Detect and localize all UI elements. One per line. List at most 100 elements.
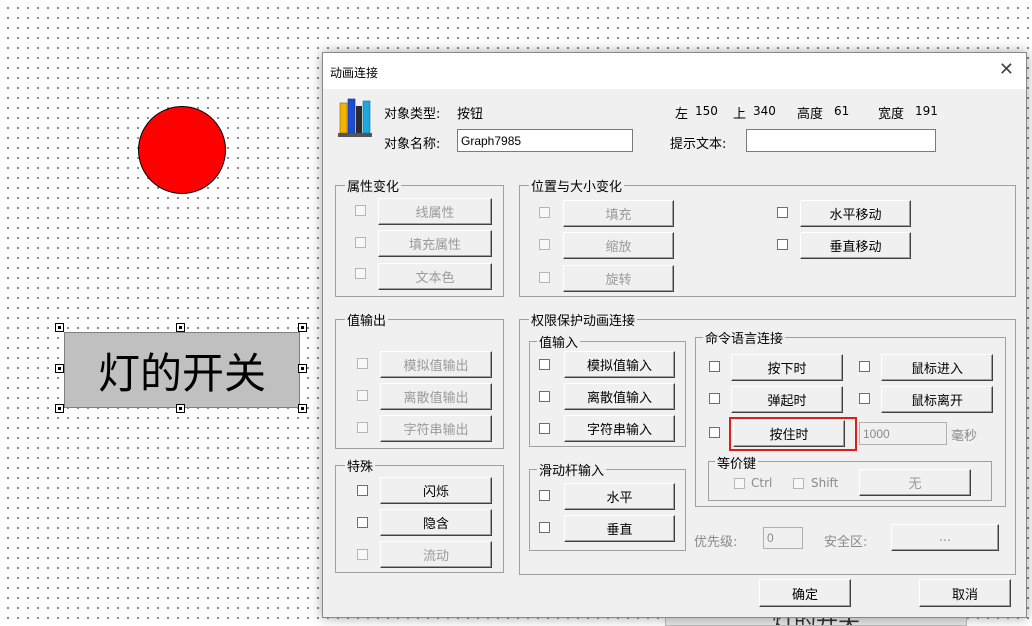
shift-checkbox[interactable] [793,478,804,489]
text-color-label: 文本色 [415,271,455,286]
security-zone-button-label: ... [938,530,952,545]
top-label: 上 [733,107,747,122]
press-checkbox[interactable] [709,361,720,372]
discrete-output-button[interactable]: 离散值输出 [380,383,492,410]
priority-input[interactable] [763,527,803,549]
rotate-button[interactable]: 旋转 [563,265,674,292]
resize-handle-nw[interactable] [55,323,64,332]
flow-button[interactable]: 流动 [380,541,492,568]
hotkey-button[interactable]: 无 [859,469,971,496]
analog-input-label: 模拟值输入 [586,359,652,374]
string-output-checkbox[interactable] [357,422,368,433]
slider-input-title: 滑动杆输入 [537,460,607,479]
h-move-button[interactable]: 水平移动 [800,200,911,227]
shift-label: Shift [811,476,839,490]
close-icon[interactable]: ✕ [999,59,1014,80]
text-color-button[interactable]: 文本色 [378,263,492,290]
animation-link-dialog: 动画连接 ✕ 对象类型: 按钮 左 150 上 340 高度 61 宽度 191… [322,52,1027,618]
flash-checkbox[interactable] [357,485,368,496]
release-checkbox[interactable] [709,393,720,404]
string-output-button[interactable]: 字符串输出 [380,415,492,442]
fill-attr-checkbox[interactable] [355,237,366,248]
slider-h-checkbox[interactable] [539,490,550,501]
dialog-titlebar[interactable]: 动画连接 ✕ [323,53,1026,89]
resize-handle-sw[interactable] [55,404,64,413]
line-attr-checkbox[interactable] [355,205,366,216]
fill-button[interactable]: 填充 [563,200,674,227]
resize-handle-s[interactable] [176,404,185,413]
hold-checkbox[interactable] [709,427,720,438]
mouse-leave-checkbox[interactable] [859,393,870,404]
hotkey-title: 等价键 [715,453,759,472]
text-color-checkbox[interactable] [355,268,366,279]
books-icon [338,98,372,137]
scale-button[interactable]: 缩放 [563,232,674,259]
dialog-title: 动画连接 [330,66,379,80]
mouse-enter-checkbox[interactable] [859,361,870,372]
ms-label: 毫秒 [951,429,978,444]
on-release-button[interactable]: 弹起时 [731,386,843,413]
analog-input-button[interactable]: 模拟值输入 [564,351,675,378]
hold-interval-input[interactable] [859,422,947,445]
rotate-label: 旋转 [605,273,632,288]
flow-checkbox[interactable] [357,549,368,560]
resize-handle-se[interactable] [298,404,307,413]
ok-label: 确定 [791,587,818,603]
hide-button[interactable]: 隐含 [380,509,492,536]
mouse-enter-button[interactable]: 鼠标进入 [881,354,993,381]
top-value: 340 [753,104,776,118]
hide-label: 隐含 [422,517,449,532]
line-attr-button[interactable]: 线属性 [378,198,492,225]
analog-output-button[interactable]: 模拟值输出 [380,351,492,378]
resize-handle-n[interactable] [176,323,185,332]
fill-attr-button[interactable]: 填充属性 [378,230,492,257]
resize-handle-ne[interactable] [298,323,307,332]
resize-handle-w[interactable] [55,364,64,373]
attribute-change-title: 属性变化 [345,176,402,195]
mouse-enter-label: 鼠标进入 [910,362,963,377]
light-switch-button[interactable]: 灯的开关 [64,332,300,408]
slider-v-checkbox[interactable] [539,522,550,533]
scale-checkbox[interactable] [539,239,550,250]
v-move-button[interactable]: 垂直移动 [800,232,911,259]
cancel-button[interactable]: 取消 [919,579,1011,607]
width-label: 宽度 [878,107,905,122]
v-move-checkbox[interactable] [777,239,788,250]
value-output-title: 值输出 [345,310,389,329]
ctrl-label: Ctrl [751,476,773,490]
ctrl-checkbox[interactable] [734,478,745,489]
red-lamp-circle[interactable] [138,106,226,194]
discrete-output-checkbox[interactable] [357,390,368,401]
line-attr-label: 线属性 [415,206,455,221]
hide-checkbox[interactable] [357,517,368,528]
object-name-input[interactable] [457,129,633,152]
string-input-button[interactable]: 字符串输入 [564,415,675,442]
special-title: 特殊 [345,456,376,475]
slider-v-button[interactable]: 垂直 [564,515,675,542]
ok-button[interactable]: 确定 [759,579,851,607]
string-output-label: 字符串输出 [403,423,469,438]
h-move-checkbox[interactable] [777,207,788,218]
fill-attr-label: 填充属性 [408,238,461,253]
rotate-checkbox[interactable] [539,272,550,283]
light-switch-label: 灯的开关 [97,348,266,398]
analog-input-checkbox[interactable] [539,359,550,370]
discrete-input-checkbox[interactable] [539,391,550,402]
slider-h-button[interactable]: 水平 [564,483,675,510]
security-zone-button[interactable]: ... [891,524,999,551]
protected-animation-title: 权限保护动画连接 [529,310,638,329]
height-value: 61 [834,104,850,118]
fill-checkbox[interactable] [539,207,550,218]
object-type-label: 对象类型: [384,107,441,122]
slider-v-label: 垂直 [606,523,633,538]
mouse-leave-button[interactable]: 鼠标离开 [881,386,993,413]
scale-label: 缩放 [605,240,632,255]
flash-button[interactable]: 闪烁 [380,477,492,504]
string-input-checkbox[interactable] [539,423,550,434]
analog-output-checkbox[interactable] [357,358,368,369]
tooltip-input[interactable] [746,129,936,152]
discrete-input-button[interactable]: 离散值输入 [564,383,675,410]
resize-handle-e[interactable] [298,364,307,373]
on-press-button[interactable]: 按下时 [731,354,843,381]
flash-label: 闪烁 [422,485,449,500]
